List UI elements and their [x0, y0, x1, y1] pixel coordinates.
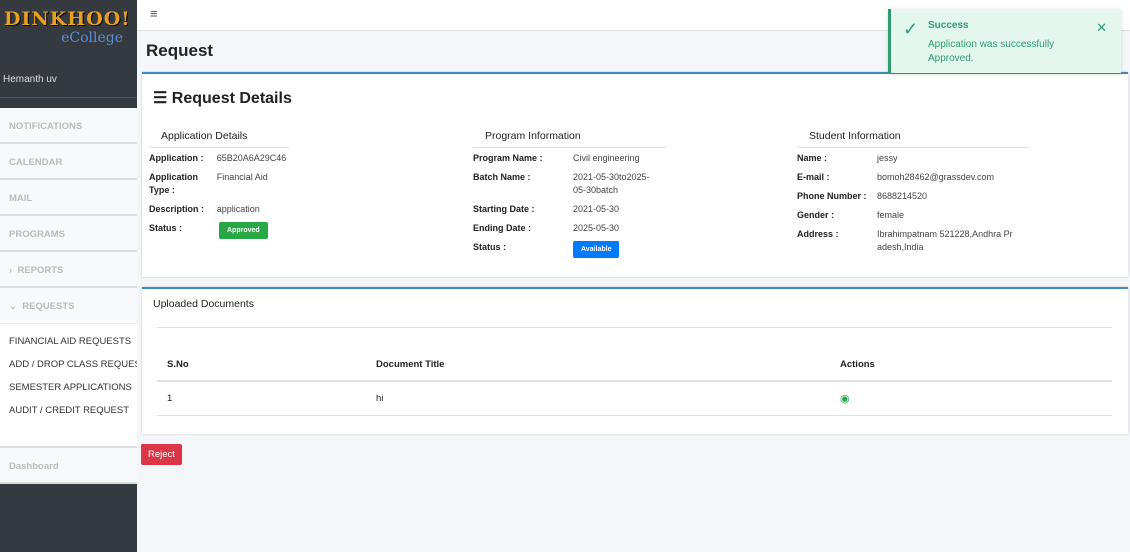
detail-label: Application Type :	[149, 172, 198, 195]
detail-value: bomoh28462@grassdev.com	[877, 172, 995, 182]
detail-label: Application :	[149, 153, 204, 163]
detail-label: Description :	[149, 204, 205, 214]
detail-row: Batch Name : 2021-05-30to2025-05-30batch	[473, 171, 666, 197]
sidebar-subitem-financial-aid[interactable]: FINANCIAL AID REQUESTS	[0, 329, 137, 352]
detail-value: Civil engineering	[573, 153, 640, 163]
user-name[interactable]: Hemanth uv	[0, 62, 137, 98]
detail-label: Phone Number :	[797, 191, 867, 201]
sidebar-item-reports[interactable]: › REPORTS	[0, 252, 137, 288]
table-row: 1 hi ◉	[157, 380, 1112, 416]
detail-value: application	[216, 204, 260, 214]
status-badge: Approved	[219, 222, 268, 239]
list-icon: ☰	[153, 90, 172, 107]
sidebar-menu: NOTIFICATIONS CALENDAR MAIL PROGRAMS › R…	[0, 108, 137, 484]
detail-label: E-mail :	[797, 172, 830, 182]
detail-label: Ending Date :	[473, 223, 531, 233]
detail-value: 8688214520	[877, 191, 928, 201]
documents-table: S.No Document Title Actions 1 hi ◉	[157, 327, 1112, 416]
detail-value: 2021-05-30	[573, 204, 620, 214]
detail-value: 2025-05-30	[573, 223, 620, 233]
detail-row: Address : Ibrahimpatnam 521228,Andhra Pra…	[797, 228, 1029, 254]
uploaded-documents-card: Uploaded Documents S.No Document Title A…	[142, 287, 1128, 434]
detail-label: Name :	[797, 153, 828, 163]
check-icon: ✓	[903, 19, 919, 39]
detail-label: Batch Name :	[473, 172, 531, 182]
sidebar-subitem-semester[interactable]: SEMESTER APPLICATIONS	[0, 375, 137, 398]
detail-label: Starting Date :	[473, 204, 535, 214]
sidebar-item-dashboard[interactable]: Dashboard	[0, 448, 137, 484]
sidebar-item-calendar[interactable]: CALENDAR	[0, 144, 137, 180]
detail-label: Address :	[797, 229, 839, 239]
detail-row: Application Type : Financial Aid	[149, 171, 289, 197]
application-details: Application Details Application :65B20A6…	[149, 130, 289, 245]
sidebar-item-mail[interactable]: MAIL	[0, 180, 137, 216]
detail-row: Ending Date : 2025-05-30	[473, 222, 666, 235]
detail-value: 2021-05-30to2025-05-30batch	[573, 172, 650, 195]
status-badge: Available	[573, 241, 620, 258]
close-icon[interactable]: ✕	[1096, 20, 1107, 36]
detail-row: Gender : female	[797, 209, 1029, 222]
chevron-down-icon: ⌄	[9, 301, 23, 312]
sidebar: DINKHOO! eCollege Hemanth uv NOTIFICATION…	[0, 0, 137, 552]
card-title: Uploaded Documents	[153, 298, 254, 310]
detail-value: Financial Aid	[216, 172, 268, 182]
detail-value: 65B20A6A29C46	[216, 153, 287, 163]
eye-icon[interactable]: ◉	[840, 393, 850, 405]
detail-row: Starting Date : 2021-05-30	[473, 203, 666, 216]
detail-row: Application : 65B20A6A29C46	[149, 152, 289, 165]
program-information: Program Information Program Name : Civil …	[473, 130, 666, 264]
logo: DINKHOO! eCollege	[4, 8, 131, 46]
sidebar-item-programs[interactable]: PROGRAMS	[0, 216, 137, 252]
detail-row: Phone Number : 8688214520	[797, 190, 1029, 203]
detail-value: female	[877, 210, 905, 220]
request-details-card: ☰ Request Details Application Details Ap…	[142, 72, 1128, 277]
sidebar-subitem-add-drop[interactable]: ADD / DROP CLASS REQUESTS	[0, 352, 137, 375]
detail-row: Program Name : Civil engineering	[473, 152, 666, 165]
detail-row: E-mail : bomoh28462@grassdev.com	[797, 171, 1029, 184]
reject-button[interactable]: Reject	[141, 444, 182, 465]
sidebar-subitem-audit[interactable]: AUDIT / CREDIT REQUEST	[0, 398, 137, 421]
detail-value: jessy	[877, 153, 898, 163]
menu-icon[interactable]: ≡	[150, 6, 158, 21]
detail-row: Name : jessy	[797, 152, 1029, 165]
page-title: Request	[146, 41, 214, 60]
detail-label: Program Name :	[473, 153, 543, 163]
sidebar-item-notifications[interactable]: NOTIFICATIONS	[0, 108, 137, 144]
sidebar-item-requests[interactable]: ⌄ REQUESTS	[0, 288, 137, 324]
detail-value: Ibrahimpatnam 521228,Andhra Pradesh,Indi…	[877, 229, 1013, 252]
detail-row: Description : application	[149, 203, 289, 216]
detail-label: Gender :	[797, 210, 835, 220]
student-information: Student Information Name : jessy E-mail :b…	[797, 130, 1029, 260]
card-title: ☰ Request Details	[153, 90, 292, 107]
success-toast: ✓ Success Application was successfully A…	[888, 9, 1121, 73]
